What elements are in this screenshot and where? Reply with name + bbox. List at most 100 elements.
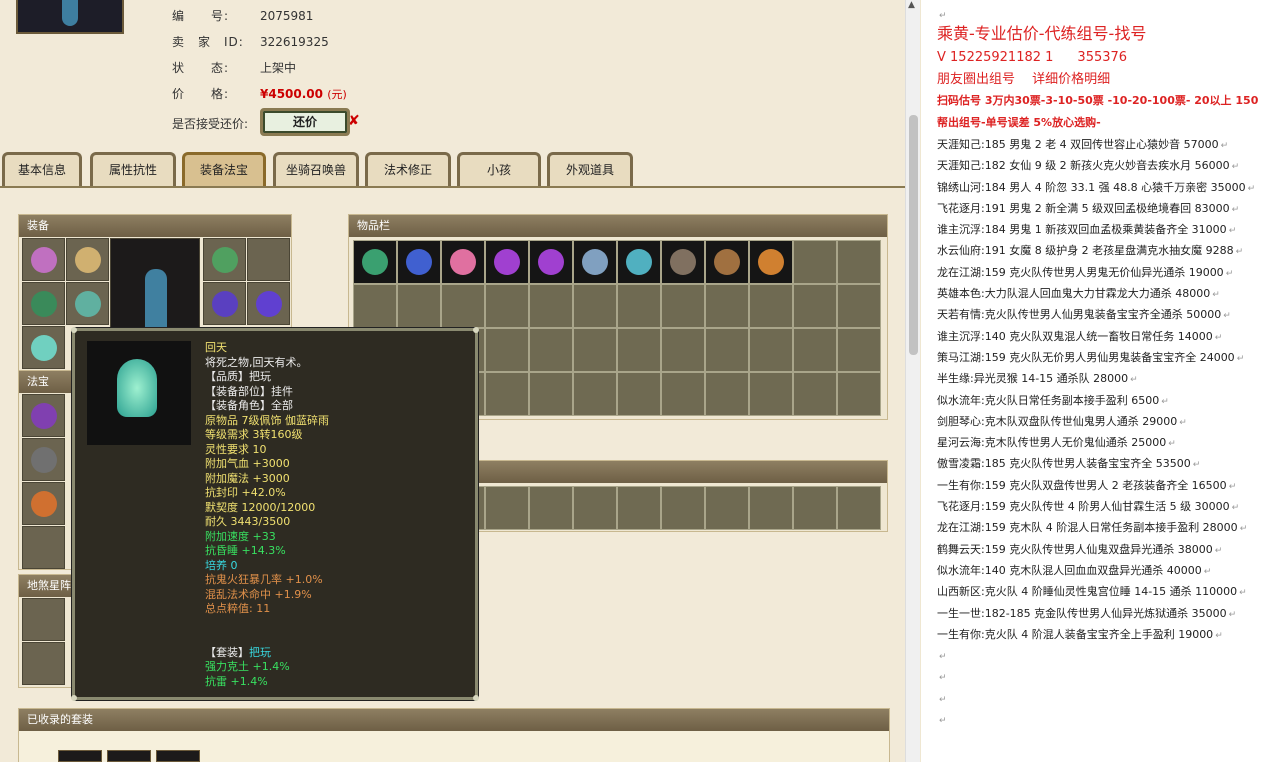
inventory-slot[interactable]	[749, 328, 793, 372]
tooltip-line: 【品质】把玩	[205, 370, 271, 383]
storage-slot[interactable]	[529, 486, 573, 530]
storage-slot[interactable]	[793, 486, 837, 530]
treasure-slot[interactable]	[22, 482, 65, 525]
inventory-slot[interactable]	[617, 328, 661, 372]
tab-equipment[interactable]: 装备法宝	[182, 152, 266, 186]
listing-text: 似水流年:140 克木队混人回血血双盘异光通杀 40000	[937, 563, 1202, 577]
inventory-slot[interactable]	[485, 372, 529, 416]
tab-attributes[interactable]: 属性抗性	[90, 152, 176, 186]
equip-slot[interactable]	[203, 238, 246, 281]
inventory-slot[interactable]	[573, 372, 617, 416]
inventory-slot[interactable]	[573, 240, 617, 284]
inventory-slot[interactable]	[353, 240, 397, 284]
inventory-slot[interactable]	[485, 328, 529, 372]
inventory-slot[interactable]	[705, 372, 749, 416]
counter-offer-button[interactable]: 还价	[260, 108, 350, 136]
inventory-slot[interactable]	[837, 328, 881, 372]
treasure-icon	[31, 491, 57, 517]
inventory-slot[interactable]	[661, 372, 705, 416]
storage-slot[interactable]	[485, 486, 529, 530]
inventory-slot[interactable]	[793, 372, 837, 416]
tooltip-line: 强力克土 +1.4%	[205, 660, 290, 673]
magic-treasure-header: 法宝	[19, 371, 73, 393]
inventory-slot[interactable]	[353, 284, 397, 328]
listing-item: 天若有情:克火队传世男人仙男鬼装备宝宝齐全通杀 50000 ↵	[921, 304, 1280, 325]
set-slot[interactable]	[58, 750, 102, 762]
equip-slot[interactable]	[203, 282, 246, 325]
item-icon	[362, 249, 388, 275]
equip-slot[interactable]	[247, 238, 290, 281]
equip-slot[interactable]	[22, 238, 65, 281]
inventory-slot[interactable]	[661, 284, 705, 328]
inventory-slot[interactable]	[441, 284, 485, 328]
inventory-slot[interactable]	[837, 240, 881, 284]
scrollbar-thumb[interactable]	[909, 115, 918, 355]
tab-spell-correction[interactable]: 法术修正	[365, 152, 451, 186]
listing-text: 似水流年:克火队日常任务副本接手盈利 6500	[937, 393, 1160, 407]
equip-slot[interactable]	[247, 282, 290, 325]
item-icon	[450, 249, 476, 275]
inventory-slot[interactable]	[837, 284, 881, 328]
equip-slot[interactable]	[22, 282, 65, 325]
inventory-slot[interactable]	[529, 372, 573, 416]
inventory-slot[interactable]	[793, 240, 837, 284]
star-slot[interactable]	[22, 598, 65, 641]
treasure-icon	[31, 447, 57, 473]
inventory-slot[interactable]	[749, 284, 793, 328]
storage-slot[interactable]	[573, 486, 617, 530]
inventory-slot[interactable]	[529, 240, 573, 284]
inventory-slot[interactable]	[793, 328, 837, 372]
storage-slot[interactable]	[837, 486, 881, 530]
star-slot[interactable]	[22, 642, 65, 685]
tab-child[interactable]: 小孩	[457, 152, 541, 186]
listing-item: 水云仙府:191 女魔 8 级护身 2 老孩星盘满克水抽女魔 9288 ↵	[921, 240, 1280, 261]
inventory-slot[interactable]	[529, 284, 573, 328]
inventory-slot[interactable]	[485, 284, 529, 328]
storage-slot[interactable]	[617, 486, 661, 530]
inventory-slot[interactable]	[397, 284, 441, 328]
treasure-slot[interactable]	[22, 438, 65, 481]
inventory-slot[interactable]	[617, 240, 661, 284]
inventory-slot[interactable]	[705, 284, 749, 328]
inventory-slot[interactable]	[573, 328, 617, 372]
inventory-slot[interactable]	[749, 240, 793, 284]
scrollbar[interactable]: ▲	[905, 0, 920, 762]
return-mark: ↵	[1214, 545, 1223, 556]
inventory-slot[interactable]	[749, 372, 793, 416]
treasure-slot[interactable]	[22, 394, 65, 437]
equip-slot[interactable]	[66, 238, 109, 281]
tooltip-line: 附加气血 +3000	[205, 457, 290, 470]
storage-slot[interactable]	[705, 486, 749, 530]
return-mark: ↵	[1239, 524, 1248, 535]
inventory-slot[interactable]	[441, 240, 485, 284]
tooltip-line: 培养 0	[205, 558, 238, 572]
inventory-slot[interactable]	[661, 240, 705, 284]
tab-mounts-pets[interactable]: 坐骑召唤兽	[273, 152, 359, 186]
inventory-slot[interactable]	[617, 372, 661, 416]
inventory-slot[interactable]	[485, 240, 529, 284]
set-slot[interactable]	[156, 750, 200, 762]
treasure-slot[interactable]	[22, 526, 65, 569]
inventory-slot[interactable]	[397, 240, 441, 284]
return-mark: ↵	[1179, 417, 1187, 428]
listing-item: 一生有你:克火队 4 阶混人装备宝宝齐全上手盈利 19000 ↵	[921, 624, 1280, 645]
inventory-slot[interactable]	[573, 284, 617, 328]
set-slot[interactable]	[107, 750, 151, 762]
storage-slot[interactable]	[661, 486, 705, 530]
inventory-slot[interactable]	[705, 328, 749, 372]
inventory-slot[interactable]	[793, 284, 837, 328]
scroll-up-icon[interactable]: ▲	[908, 0, 915, 10]
inventory-slot[interactable]	[705, 240, 749, 284]
inventory-slot[interactable]	[661, 328, 705, 372]
tab-appearance[interactable]: 外观道具	[547, 152, 633, 186]
return-mark: ↵	[1228, 481, 1237, 492]
inventory-slot[interactable]	[617, 284, 661, 328]
storage-slot[interactable]	[749, 486, 793, 530]
counter-offer-label: 是否接受还价:	[172, 117, 249, 131]
return-mark: ↵	[1239, 588, 1247, 599]
inventory-slot[interactable]	[529, 328, 573, 372]
equip-slot[interactable]	[66, 282, 109, 325]
equip-slot[interactable]	[22, 326, 65, 369]
inventory-slot[interactable]	[837, 372, 881, 416]
tab-basic-info[interactable]: 基本信息	[2, 152, 82, 186]
